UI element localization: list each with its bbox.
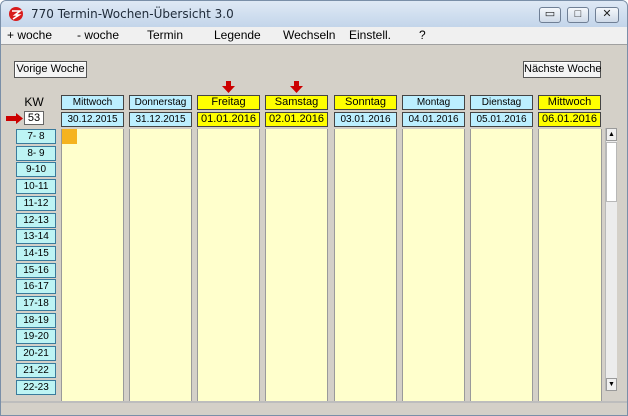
- week-overview: Vorige Woche Nächste Woche KW 53 7- 8 8- …: [1, 44, 627, 415]
- day-date[interactable]: 03.01.2016: [334, 112, 397, 127]
- kw-arrow-icon: [6, 113, 23, 124]
- title-bar: 770 Termin-Wochen-Übersicht 3.0 ▭ □ ✕: [1, 1, 627, 27]
- day-header[interactable]: Freitag: [197, 95, 260, 110]
- app-window: 770 Termin-Wochen-Übersicht 3.0 ▭ □ ✕ + …: [0, 0, 628, 416]
- time-slot[interactable]: 15-16: [16, 262, 56, 278]
- time-slot[interactable]: 14-15: [16, 245, 56, 261]
- time-slot[interactable]: 10-11: [16, 179, 56, 195]
- maximize-icon: □: [574, 8, 582, 20]
- appointment-block[interactable]: [62, 129, 77, 144]
- scroll-up-icon: ▲: [608, 131, 615, 138]
- scroll-down-button[interactable]: ▼: [606, 378, 617, 391]
- down-arrow-icon: [290, 81, 303, 93]
- time-slot[interactable]: 9-10: [16, 162, 56, 178]
- day-column[interactable]: [61, 129, 124, 401]
- next-week-button[interactable]: Nächste Woche: [523, 61, 601, 78]
- maximize-button[interactable]: □: [567, 7, 589, 23]
- time-slot[interactable]: 12-13: [16, 212, 56, 228]
- day-header[interactable]: Mittwoch: [538, 95, 601, 110]
- day-date[interactable]: 04.01.2016: [402, 112, 465, 127]
- menu-einstell[interactable]: Einstell.: [349, 28, 391, 42]
- day-column[interactable]: [470, 129, 533, 401]
- day-date[interactable]: 31.12.2015: [129, 112, 192, 127]
- day-column[interactable]: [129, 129, 192, 401]
- day-header[interactable]: Mittwoch: [61, 95, 124, 110]
- app-logo-icon: [9, 7, 23, 21]
- day-date[interactable]: 01.01.2016: [197, 112, 260, 127]
- day-header[interactable]: Sonntag: [334, 95, 397, 110]
- status-strip: [1, 401, 627, 403]
- time-slot[interactable]: 22-23: [16, 379, 56, 395]
- time-slot[interactable]: 11-12: [16, 195, 56, 211]
- menu-prev-week[interactable]: - woche: [77, 28, 119, 42]
- time-slot[interactable]: 7- 8: [16, 129, 56, 144]
- close-icon: ✕: [602, 8, 612, 20]
- day-date[interactable]: 05.01.2016: [470, 112, 533, 127]
- menu-termin[interactable]: Termin: [147, 28, 183, 42]
- prev-week-button[interactable]: Vorige Woche: [14, 61, 87, 78]
- time-slot[interactable]: 21-22: [16, 362, 56, 378]
- time-slot[interactable]: 13-14: [16, 229, 56, 245]
- menu-next-week[interactable]: + woche: [7, 28, 52, 42]
- day-date[interactable]: 30.12.2015: [61, 112, 124, 127]
- kw-label: KW: [24, 95, 44, 109]
- day-column[interactable]: [402, 129, 465, 401]
- menu-legende[interactable]: Legende: [214, 28, 261, 42]
- day-header[interactable]: Donnerstag: [129, 95, 192, 110]
- scroll-up-button[interactable]: ▲: [606, 128, 617, 141]
- day-column[interactable]: [197, 129, 260, 401]
- down-arrow-icon: [222, 81, 235, 93]
- time-slot[interactable]: 17-18: [16, 296, 56, 311]
- day-date[interactable]: 02.01.2016: [265, 112, 328, 127]
- time-slot[interactable]: 16-17: [16, 279, 56, 295]
- menu-bar: + woche - woche Termin Legende Wechseln …: [1, 27, 627, 44]
- time-slot[interactable]: 20-21: [16, 346, 56, 362]
- scroll-down-icon: ▼: [608, 381, 615, 388]
- time-slot[interactable]: 8- 9: [16, 145, 56, 161]
- vertical-scrollbar[interactable]: ▲ ▼: [605, 128, 617, 391]
- kw-value[interactable]: 53: [24, 111, 44, 125]
- minimize-icon: ▭: [544, 8, 556, 20]
- day-column[interactable]: [334, 129, 397, 401]
- window-title: 770 Termin-Wochen-Übersicht 3.0: [31, 7, 234, 21]
- day-header[interactable]: Dienstag: [470, 95, 533, 110]
- time-slot[interactable]: 18-19: [16, 312, 56, 328]
- day-date[interactable]: 06.01.2016: [538, 112, 601, 127]
- menu-help[interactable]: ?: [419, 28, 426, 42]
- time-slot[interactable]: 19-20: [16, 329, 56, 345]
- day-column[interactable]: [538, 129, 602, 401]
- day-header[interactable]: Montag: [402, 95, 465, 110]
- minimize-button[interactable]: ▭: [539, 7, 561, 23]
- day-column[interactable]: [265, 129, 328, 401]
- close-button[interactable]: ✕: [595, 7, 619, 23]
- menu-wechseln[interactable]: Wechseln: [283, 28, 335, 42]
- scroll-thumb[interactable]: [606, 142, 617, 202]
- day-header[interactable]: Samstag: [265, 95, 328, 110]
